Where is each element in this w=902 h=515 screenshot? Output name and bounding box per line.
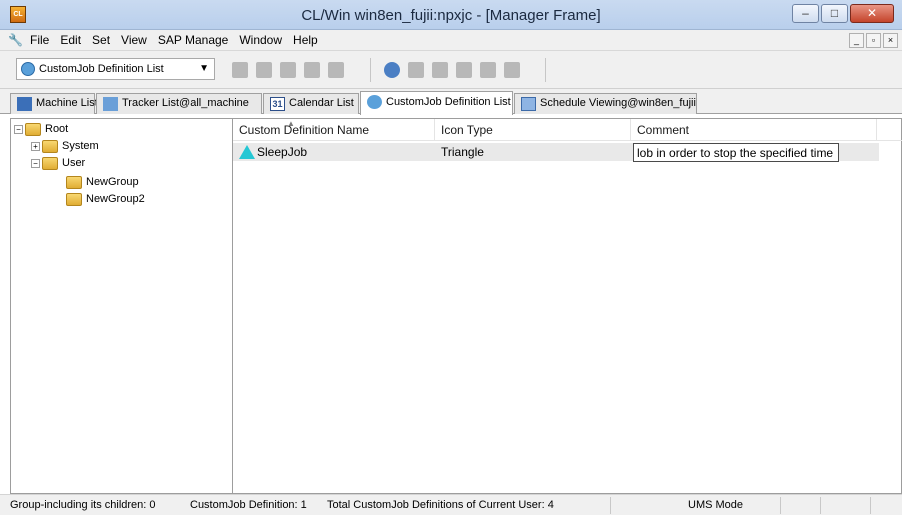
tree-label: User xyxy=(62,157,86,169)
tab-schedule-viewing[interactable]: Schedule Viewing@win8en_fujii xyxy=(514,93,697,114)
tab-machine-list[interactable]: Machine List xyxy=(10,93,98,114)
mdi-close-button[interactable]: × xyxy=(883,33,898,48)
tree-node-system[interactable]: + System xyxy=(31,138,99,155)
mdi-restore-button[interactable]: ▫ xyxy=(866,33,881,48)
toolbar-group-help xyxy=(384,62,520,78)
status-bar: Group-including its children: 0 CustomJo… xyxy=(0,494,902,515)
mdi-controls: _ ▫ × xyxy=(849,33,898,48)
status-separator xyxy=(610,497,611,514)
sort-ascending-icon: ▲ xyxy=(287,119,295,128)
window-title: CL/Win win8en_fujii:npxjc - [Manager Fra… xyxy=(301,7,601,24)
comment-edit-field[interactable] xyxy=(633,143,839,162)
triangle-icon xyxy=(239,145,255,159)
tree-label: NewGroup2 xyxy=(86,193,145,205)
tree-node-user[interactable]: − User xyxy=(31,155,85,172)
folder-icon xyxy=(25,122,41,136)
menu-file[interactable]: File xyxy=(30,33,56,47)
main-area: − Root + System − User NewGroup NewGroup2 ▲… xyxy=(10,114,902,494)
status-mode: UMS Mode xyxy=(688,499,744,511)
tab-label: Schedule Viewing@win8en_fujii xyxy=(540,97,696,109)
status-separator xyxy=(870,497,871,514)
tracker-icon xyxy=(103,97,118,111)
column-header-comment[interactable]: Comment xyxy=(631,119,877,141)
close-button[interactable]: ✕ xyxy=(850,4,894,23)
menu-edit[interactable]: Edit xyxy=(60,33,88,47)
toolbar: CustomJob Definition List ▼ xyxy=(0,51,902,89)
expand-icon[interactable]: + xyxy=(31,141,40,151)
tracker-tool-icon[interactable] xyxy=(256,62,272,78)
menu-bar: 🔧 File Edit Set View SAP Manage Window H… xyxy=(0,30,902,51)
tree-node-newgroup[interactable]: NewGroup xyxy=(66,174,139,191)
document-tool-icon[interactable] xyxy=(408,62,424,78)
list-row[interactable]: SleepJob Triangle xyxy=(233,143,879,162)
tree-node-root[interactable]: − Root xyxy=(14,121,68,138)
group-tree[interactable]: − Root + System − User NewGroup NewGroup2 xyxy=(10,118,233,494)
menu-set[interactable]: Set xyxy=(92,33,117,47)
view-selector[interactable]: CustomJob Definition List ▼ xyxy=(16,58,215,80)
status-definitions: CustomJob Definition: 1 xyxy=(190,499,307,511)
menu-view[interactable]: View xyxy=(121,33,154,47)
help-icon[interactable] xyxy=(384,62,400,78)
cell-icon-type: Triangle xyxy=(441,145,484,159)
view-selector-value: CustomJob Definition List xyxy=(39,63,164,75)
tree-label: System xyxy=(62,140,99,152)
tab-label: Tracker List@all_machine xyxy=(122,97,249,109)
menu-sap-manage[interactable]: SAP Manage xyxy=(158,33,236,47)
tab-tracker-list[interactable]: Tracker List@all_machine xyxy=(96,93,262,114)
tab-label: Machine List xyxy=(36,97,98,109)
customjob-list[interactable]: ▲ Custom Definition Name Icon Type Comme… xyxy=(233,118,902,494)
list-tool-icon[interactable] xyxy=(280,62,296,78)
column-label: Icon Type xyxy=(441,123,493,137)
status-groups: Group-including its children: 0 xyxy=(10,499,156,511)
maximize-button[interactable]: □ xyxy=(821,4,848,23)
status-separator xyxy=(820,497,821,514)
status-separator xyxy=(780,497,781,514)
title-bar: CL CL/Win win8en_fujii:npxjc - [Manager … xyxy=(0,0,902,30)
toolbar-separator xyxy=(370,58,371,82)
schedule-icon xyxy=(521,97,536,111)
customjob-icon xyxy=(21,62,35,76)
customjob-icon xyxy=(367,95,382,109)
collapse-icon[interactable]: − xyxy=(31,158,40,168)
tab-customjob-definition-list[interactable]: CustomJob Definition List xyxy=(360,91,513,115)
minimize-button[interactable]: – xyxy=(792,4,819,23)
menu-window[interactable]: Window xyxy=(239,33,289,47)
arch-tool-icon[interactable] xyxy=(328,62,344,78)
tree-node-newgroup2[interactable]: NewGroup2 xyxy=(66,191,145,208)
job-tool-icon[interactable] xyxy=(480,62,496,78)
tree-label: NewGroup xyxy=(86,176,139,188)
status-total: Total CustomJob Definitions of Current U… xyxy=(327,499,554,511)
chat-tool-icon[interactable] xyxy=(456,62,472,78)
toolbar-group-edit xyxy=(232,62,344,78)
collapse-icon[interactable]: − xyxy=(14,124,23,134)
column-label: Comment xyxy=(637,123,690,137)
wrench-icon[interactable]: 🔧 xyxy=(8,33,23,47)
menu-help[interactable]: Help xyxy=(293,33,325,47)
tab-calendar-list[interactable]: 31 Calendar List xyxy=(263,93,359,114)
book-tool-icon[interactable] xyxy=(432,62,448,78)
column-label: Custom Definition Name xyxy=(239,123,370,137)
list-header: ▲ Custom Definition Name Icon Type Comme… xyxy=(233,119,902,141)
tree-label: Root xyxy=(45,123,69,135)
folder-icon xyxy=(42,156,58,170)
folder-icon xyxy=(66,192,82,206)
chevron-down-icon[interactable]: ▼ xyxy=(199,59,209,79)
window-controls: – □ ✕ xyxy=(792,4,894,23)
cell-name: SleepJob xyxy=(257,145,308,159)
mdi-minimize-button[interactable]: _ xyxy=(849,33,864,48)
machine-tool-icon[interactable] xyxy=(232,62,248,78)
column-header-icon-type[interactable]: Icon Type xyxy=(435,119,631,141)
tab-bar: Machine List Tracker List@all_machine 31… xyxy=(0,89,902,115)
folder-icon xyxy=(42,139,58,153)
calendar-icon: 31 xyxy=(270,97,285,111)
monitor-icon xyxy=(17,97,32,111)
refresh-tool-icon[interactable] xyxy=(304,62,320,78)
tab-label: Calendar List xyxy=(289,97,354,109)
panel-tool-icon[interactable] xyxy=(504,62,520,78)
folder-icon xyxy=(66,175,82,189)
column-header-name[interactable]: ▲ Custom Definition Name xyxy=(233,119,435,141)
tab-label: CustomJob Definition List xyxy=(386,96,511,108)
toolbar-separator-end xyxy=(545,58,546,82)
